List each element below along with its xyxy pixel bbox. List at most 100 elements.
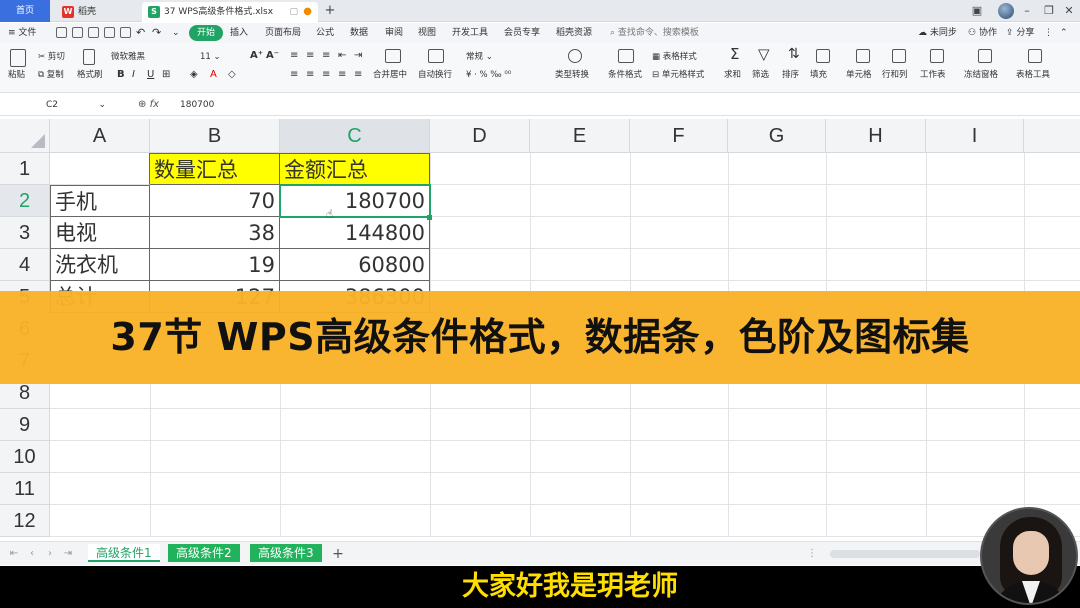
fill-button[interactable]: 填充 bbox=[810, 69, 827, 81]
first-sheet-icon[interactable]: ⇤ bbox=[8, 546, 20, 562]
tab-member[interactable]: 会员专享 bbox=[504, 25, 540, 41]
print-preview-icon[interactable] bbox=[104, 27, 115, 38]
font-name-select[interactable]: 微软雅黑 bbox=[110, 49, 188, 65]
undo-icon[interactable]: ↶ bbox=[136, 25, 145, 41]
cell-b1[interactable]: 数量汇总 bbox=[150, 153, 280, 185]
format-painter-icon[interactable] bbox=[83, 49, 95, 65]
redo-icon[interactable]: ↷ bbox=[152, 25, 161, 41]
sheet-tab-1[interactable]: 高级条件1 bbox=[88, 544, 160, 562]
row-header-3[interactable]: 3 bbox=[0, 217, 50, 249]
column-header-c[interactable]: C bbox=[280, 119, 430, 153]
cell-c1[interactable]: 金额汇总 bbox=[280, 153, 430, 185]
paste-icon[interactable] bbox=[10, 49, 26, 67]
fill-handle[interactable] bbox=[427, 215, 432, 220]
add-sheet-button[interactable]: + bbox=[332, 546, 344, 562]
daoke-tab[interactable]: W 稻壳 bbox=[56, 2, 138, 22]
tab-view[interactable]: 视图 bbox=[418, 25, 436, 41]
filter-icon[interactable]: ▽ bbox=[758, 47, 770, 62]
sum-icon[interactable]: Σ bbox=[730, 47, 739, 62]
tab-formulas[interactable]: 公式 bbox=[316, 25, 334, 41]
unsaved-dot-icon[interactable]: ● bbox=[303, 2, 312, 22]
cell-c4[interactable]: 60800 bbox=[280, 249, 430, 281]
formula-fx-icon[interactable]: ⊕ fx bbox=[138, 97, 159, 113]
distribute-icon[interactable]: ≡ bbox=[354, 69, 362, 81]
underline-icon[interactable]: U bbox=[147, 69, 154, 81]
row-header-1[interactable]: 1 bbox=[0, 153, 50, 185]
zoom-icon[interactable]: ⊕ bbox=[138, 99, 150, 110]
horizontal-scrollbar[interactable] bbox=[830, 550, 980, 558]
minimize-icon[interactable]: – bbox=[1020, 3, 1034, 19]
column-header-a[interactable]: A bbox=[50, 119, 150, 153]
sheet-tab-3[interactable]: 高级条件3 bbox=[250, 544, 322, 562]
tab-home[interactable]: 开始 bbox=[189, 25, 224, 41]
table-tools-icon[interactable] bbox=[1028, 49, 1042, 63]
freeze-panes-icon[interactable] bbox=[978, 49, 992, 63]
align-bottom-icon[interactable]: ≡ bbox=[322, 50, 330, 62]
clear-format-icon[interactable]: ◇ bbox=[228, 69, 236, 81]
worksheet-icon[interactable] bbox=[930, 49, 944, 63]
next-sheet-icon[interactable]: › bbox=[44, 546, 56, 562]
sheet-tab-2[interactable]: 高级条件2 bbox=[168, 544, 240, 562]
column-header-g[interactable]: G bbox=[728, 119, 826, 153]
row-header-9[interactable]: 9 bbox=[0, 409, 50, 441]
print-icon[interactable] bbox=[88, 27, 99, 38]
column-header-i[interactable]: I bbox=[926, 119, 1024, 153]
share-button[interactable]: ⇪ 分享 bbox=[1006, 25, 1034, 41]
home-tab[interactable]: 首页 bbox=[0, 0, 50, 22]
column-header-f[interactable]: F bbox=[630, 119, 728, 153]
cut-button[interactable]: ✂ 剪切 bbox=[38, 51, 65, 63]
border-icon[interactable]: ⊞ bbox=[162, 69, 170, 81]
collapse-ribbon-icon[interactable]: ⌃ bbox=[1060, 25, 1068, 41]
cell-a4[interactable]: 洗衣机 bbox=[50, 249, 150, 281]
tab-window-icon[interactable]: ▢ bbox=[289, 2, 298, 22]
type-convert-icon[interactable] bbox=[568, 49, 582, 63]
indent-increase-icon[interactable]: ⇥ bbox=[354, 50, 362, 62]
new-tab-button[interactable]: + bbox=[322, 2, 338, 20]
font-size-select[interactable]: 11 ⌄ bbox=[200, 51, 221, 63]
row-column-icon[interactable] bbox=[892, 49, 906, 63]
number-format-icons[interactable]: ¥ · % ‰ ⁰⁰ bbox=[466, 69, 511, 81]
row-header-4[interactable]: 4 bbox=[0, 249, 50, 281]
bold-icon[interactable]: B bbox=[117, 69, 125, 81]
filter-button[interactable]: 筛选 bbox=[752, 69, 769, 81]
column-header-d[interactable]: D bbox=[430, 119, 530, 153]
command-search[interactable]: ⌕ 查找命令、搜索模板 bbox=[610, 25, 720, 41]
close-icon[interactable]: ✕ bbox=[1062, 3, 1076, 19]
column-header-j[interactable] bbox=[1024, 119, 1080, 153]
row-header-11[interactable]: 11 bbox=[0, 473, 50, 505]
user-avatar[interactable] bbox=[998, 3, 1014, 19]
sort-button[interactable]: 排序 bbox=[782, 69, 799, 81]
more-icon[interactable]: ⋮ bbox=[1044, 25, 1053, 41]
cell-icon[interactable] bbox=[856, 49, 870, 63]
align-center-icon[interactable]: ≡ bbox=[306, 69, 314, 81]
table-style-button[interactable]: ▦ 表格样式 bbox=[652, 51, 697, 63]
column-header-b[interactable]: B bbox=[150, 119, 280, 153]
file-menu[interactable]: ≡ 文件 bbox=[8, 25, 36, 41]
wrap-text-button[interactable]: 自动换行 bbox=[418, 69, 452, 81]
align-left-icon[interactable]: ≡ bbox=[290, 69, 298, 81]
save-icon[interactable] bbox=[56, 27, 67, 38]
worksheet-button[interactable]: 工作表 bbox=[920, 69, 946, 81]
format-painter-button[interactable]: 格式刷 bbox=[77, 69, 103, 81]
row-header-2[interactable]: 2 bbox=[0, 185, 50, 217]
sum-button[interactable]: 求和 bbox=[724, 69, 741, 81]
align-middle-icon[interactable]: ≡ bbox=[306, 50, 314, 62]
tab-data[interactable]: 数据 bbox=[350, 25, 368, 41]
sort-icon[interactable]: ⇅ bbox=[788, 47, 800, 61]
cell-style-button[interactable]: ⊟ 单元格样式 bbox=[652, 69, 704, 81]
freeze-panes-button[interactable]: 冻结窗格 bbox=[964, 69, 998, 81]
row-header-12[interactable]: 12 bbox=[0, 505, 50, 537]
quick-access-dropdown-icon[interactable]: ⌄ bbox=[172, 25, 180, 41]
tab-insert[interactable]: 插入 bbox=[230, 25, 248, 41]
tab-daoke-resources[interactable]: 稻壳资源 bbox=[556, 25, 592, 41]
column-header-h[interactable]: H bbox=[826, 119, 926, 153]
row-header-10[interactable]: 10 bbox=[0, 441, 50, 473]
number-format-select[interactable]: 常规 ⌄ bbox=[466, 51, 493, 63]
collaborate-button[interactable]: ⚇ 协作 bbox=[968, 25, 997, 41]
copy-button[interactable]: ⧉ 复制 bbox=[38, 69, 64, 81]
cell-b3[interactable]: 38 bbox=[150, 217, 280, 249]
cell-b4[interactable]: 19 bbox=[150, 249, 280, 281]
column-header-e[interactable]: E bbox=[530, 119, 630, 153]
type-convert-button[interactable]: 类型转换 bbox=[555, 69, 589, 81]
name-box-dropdown-icon[interactable]: ⌄ bbox=[98, 97, 106, 113]
